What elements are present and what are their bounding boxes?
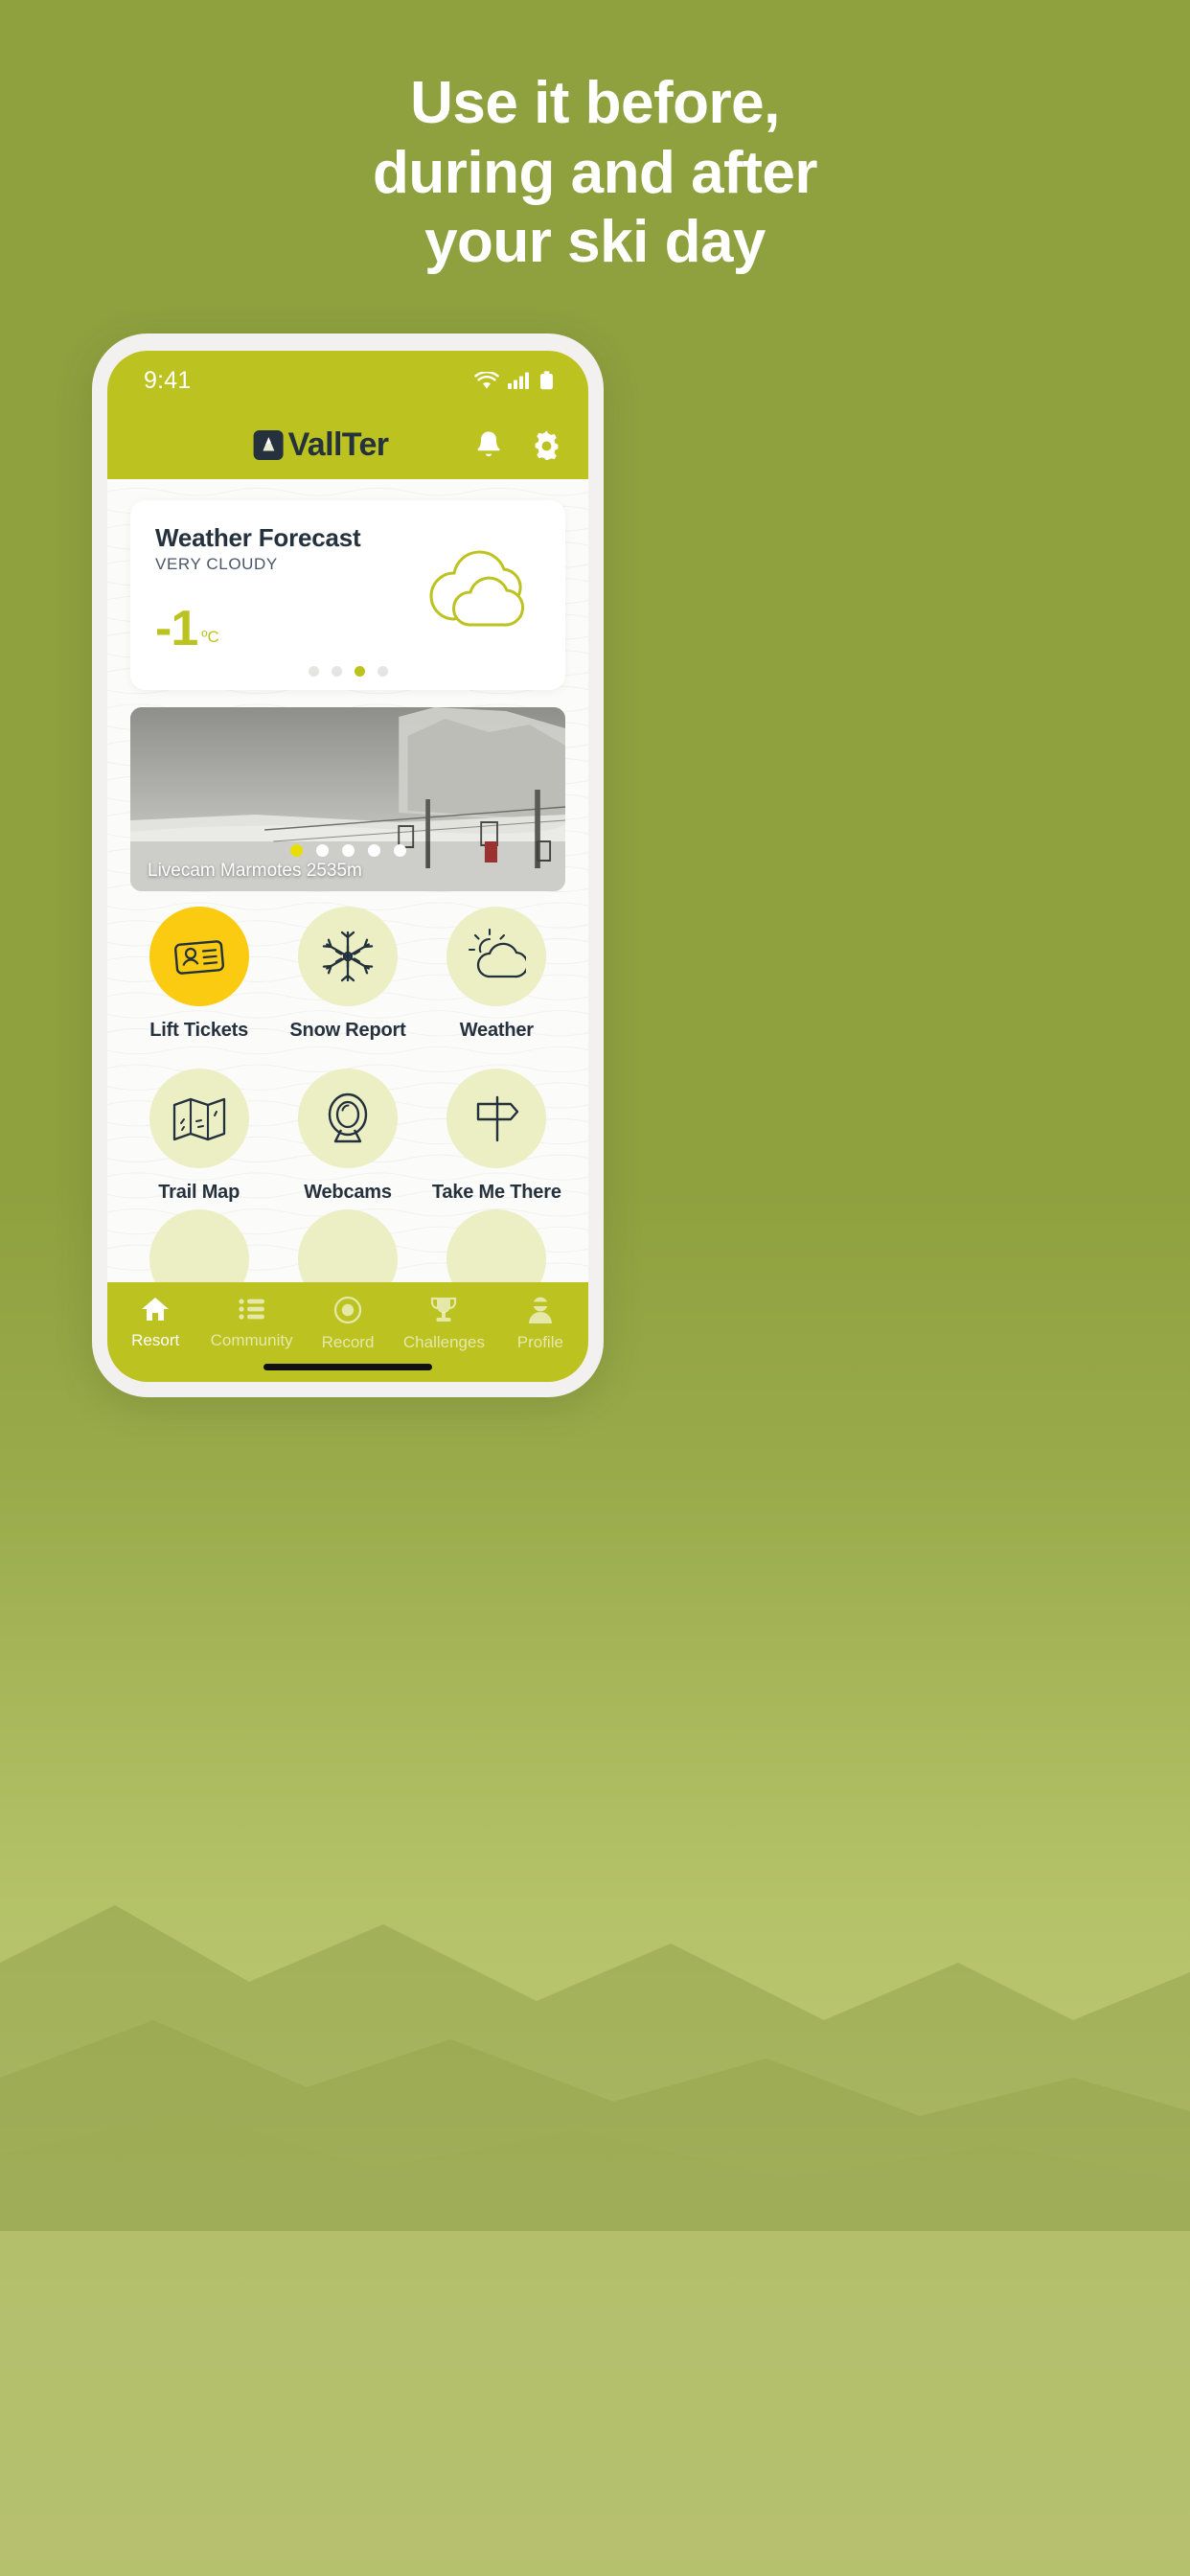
- status-time: 9:41: [144, 366, 192, 394]
- shortcut-trail-map[interactable]: Trail Map: [125, 1069, 273, 1204]
- livecam-caption: Livecam Marmotes 2535m: [148, 861, 362, 881]
- livecam-pagination[interactable]: [130, 844, 565, 857]
- snowflake-icon: [297, 907, 398, 1006]
- header-actions: [474, 429, 561, 460]
- livecam-dot[interactable]: [367, 844, 380, 857]
- tab-record[interactable]: Record: [300, 1296, 396, 1352]
- weather-forecast-card[interactable]: Weather Forecast VERY CLOUDY -1 ºC: [130, 500, 565, 690]
- id-card-icon: [149, 907, 249, 1006]
- shortcut-row3-left[interactable]: [125, 1209, 273, 1282]
- wifi-icon: [474, 371, 499, 388]
- pagination-dot[interactable]: [308, 666, 319, 677]
- shortcut-row3-right[interactable]: [423, 1209, 571, 1282]
- brand-logo[interactable]: VallTer: [253, 426, 389, 464]
- pagination-dot-active[interactable]: [354, 666, 365, 677]
- temperature-unit: ºC: [201, 628, 219, 646]
- partial-shortcut-icon: [297, 1209, 398, 1282]
- home-icon: [142, 1298, 170, 1321]
- shortcut-lift-tickets[interactable]: Lift Tickets: [125, 907, 273, 1042]
- shortcut-weather[interactable]: Weather: [423, 907, 571, 1042]
- headline-line-3: your ski day: [424, 209, 766, 276]
- livecam-card[interactable]: Livecam Marmotes 2535m: [130, 707, 565, 891]
- signpost-icon: [446, 1069, 547, 1168]
- tab-label: Community: [210, 1331, 293, 1349]
- sun-cloud-icon: [446, 907, 547, 1006]
- phone-screen: 9:41 VallTer Weather Forecast VERY CLOUD…: [107, 351, 588, 1382]
- shortcut-label: Trail Map: [158, 1182, 240, 1203]
- tab-label: Challenges: [402, 1333, 485, 1351]
- shortcut-grid: Lift Tickets Snow Report Weather Trail M…: [107, 907, 588, 1282]
- folded-map-icon: [149, 1069, 249, 1168]
- shortcut-row3-center[interactable]: [273, 1209, 422, 1282]
- home-indicator: [263, 1364, 432, 1370]
- tab-label: Resort: [131, 1331, 180, 1349]
- livecam-dot[interactable]: [393, 844, 406, 857]
- pagination-dot[interactable]: [377, 666, 388, 677]
- mountain-peak-icon: [253, 429, 284, 460]
- tab-label: Profile: [516, 1333, 563, 1351]
- brand-name: VallTer: [287, 426, 389, 463]
- shortcut-take-me-there[interactable]: Take Me There: [423, 1069, 571, 1204]
- app-content: Weather Forecast VERY CLOUDY -1 ºC Livec…: [107, 479, 588, 1282]
- shortcut-label: Lift Tickets: [149, 1020, 249, 1041]
- shortcut-snow-report[interactable]: Snow Report: [273, 907, 422, 1042]
- phone-mockup: 9:41 VallTer Weather Forecast VERY CLOUD…: [92, 334, 604, 1397]
- shortcut-label: Take Me There: [431, 1182, 561, 1203]
- livecam-dot-active[interactable]: [289, 844, 303, 857]
- webcam-icon: [297, 1069, 398, 1168]
- partial-shortcut-icon: [149, 1209, 249, 1282]
- very-cloudy-icon: [410, 542, 533, 635]
- mountain-silhouette-icon: [0, 1905, 1190, 2576]
- livecam-dot[interactable]: [341, 844, 355, 857]
- shortcut-label: Snow Report: [289, 1020, 406, 1041]
- status-icons: [474, 371, 554, 390]
- pagination-dot[interactable]: [331, 666, 342, 677]
- bell-icon[interactable]: [474, 429, 503, 460]
- weather-card-pagination[interactable]: [130, 666, 565, 677]
- tab-challenges[interactable]: Challenges: [396, 1296, 492, 1352]
- shortcut-label: Webcams: [304, 1182, 392, 1203]
- shortcut-label: Weather: [459, 1020, 534, 1041]
- cellular-icon: [508, 372, 529, 389]
- tab-community[interactable]: Community: [203, 1296, 299, 1350]
- trophy-icon: [431, 1297, 457, 1322]
- headline-line-2: during and after: [373, 139, 817, 206]
- partial-shortcut-icon: [446, 1209, 547, 1282]
- shortcut-webcams[interactable]: Webcams: [273, 1069, 422, 1204]
- gear-icon[interactable]: [532, 429, 561, 460]
- list-icon: [239, 1299, 264, 1320]
- temperature-value: -1: [155, 601, 198, 656]
- tab-profile[interactable]: Profile: [492, 1296, 588, 1352]
- promo-headline: Use it before, during and after your ski…: [0, 69, 1190, 278]
- person-goggles-icon: [528, 1297, 552, 1323]
- livecam-dot[interactable]: [315, 844, 329, 857]
- tab-label: Record: [321, 1333, 375, 1351]
- app-header: VallTer: [107, 410, 588, 479]
- record-icon: [333, 1296, 362, 1324]
- battery-icon: [540, 371, 553, 390]
- headline-line-1: Use it before,: [410, 70, 780, 136]
- tab-resort[interactable]: Resort: [107, 1296, 203, 1350]
- status-bar: 9:41: [107, 351, 588, 410]
